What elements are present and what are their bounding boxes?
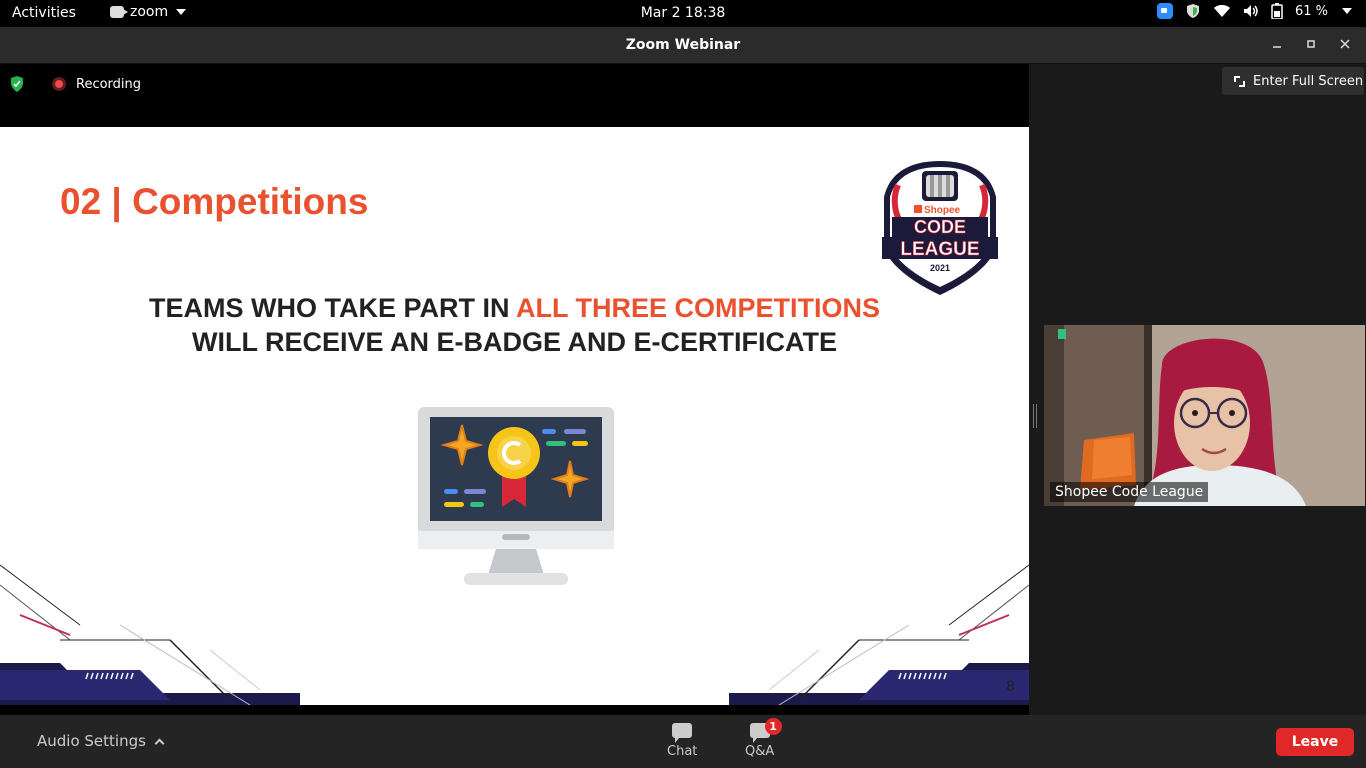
system-tray[interactable]: 61 % <box>1156 3 1352 19</box>
qa-icon: 1 <box>749 718 782 743</box>
logo-line2: LEAGUE <box>900 239 979 260</box>
slide-page-number: 8 <box>1006 679 1015 695</box>
chat-label: Chat <box>667 744 698 759</box>
app-menu[interactable]: zoom <box>110 4 187 20</box>
slide-title: 02 | Competitions <box>60 181 369 222</box>
panel-resize-handle[interactable] <box>1033 404 1037 428</box>
battery-icon[interactable] <box>1271 3 1283 19</box>
battery-percentage: 61 % <box>1294 3 1328 19</box>
qa-notification-badge: 1 <box>764 718 782 735</box>
slide-heading-prefix: TEAMS WHO TAKE PART IN <box>149 293 516 323</box>
audio-settings-label: Audio Settings <box>37 732 146 750</box>
close-button[interactable] <box>1334 35 1356 57</box>
meeting-main-area: Recording 02 | Competitions Shopee CODE … <box>0 64 1366 715</box>
enter-full-screen-button[interactable]: Enter Full Screen <box>1222 67 1364 95</box>
chevron-down-icon <box>176 9 187 15</box>
slide-heading-line1: TEAMS WHO TAKE PART IN ALL THREE COMPETI… <box>0 291 1029 325</box>
slide-decoration-right <box>729 564 1029 705</box>
meeting-toolbar: Audio Settings Chat 1 Q&A Leave <box>0 715 1366 768</box>
window-title-bar: Zoom Webinar <box>0 27 1366 64</box>
zoom-tray-icon[interactable] <box>1156 3 1173 19</box>
audio-settings-button[interactable]: Audio Settings <box>37 732 165 750</box>
chevron-down-icon[interactable] <box>1342 8 1352 14</box>
logo-year: 2021 <box>930 263 950 273</box>
slide-heading-line2: WILL RECEIVE AN E-BADGE AND E-CERTIFICAT… <box>191 327 837 357</box>
qa-button[interactable]: 1 Q&A <box>745 718 782 759</box>
leave-button[interactable]: Leave <box>1276 728 1354 756</box>
screen-share-area: Recording 02 | Competitions Shopee CODE … <box>0 64 1029 715</box>
certificate-monitor-illustration <box>418 407 614 585</box>
zoom-app-icon <box>110 6 128 18</box>
slide-heading: TEAMS WHO TAKE PART IN ALL THREE COMPETI… <box>0 291 1029 359</box>
slide-decoration-left <box>0 564 300 705</box>
volume-icon[interactable] <box>1243 4 1259 18</box>
chat-button[interactable]: Chat <box>667 723 697 759</box>
code-league-logo: Shopee CODE LEAGUE 2021 <box>882 161 998 295</box>
window-title: Zoom Webinar <box>625 37 741 53</box>
app-menu-label: zoom <box>130 4 169 20</box>
logo-line1: CODE <box>914 217 966 237</box>
activities-button[interactable]: Activities <box>12 5 76 21</box>
system-top-bar: Activities zoom Mar 2 18:38 61 % <box>0 0 1366 27</box>
enter-full-screen-label: Enter Full Screen <box>1253 73 1364 89</box>
slide-heading-accent: ALL THREE COMPETITIONS <box>515 293 880 323</box>
restore-icon <box>1307 40 1315 48</box>
close-icon <box>1340 39 1350 49</box>
recording-label: Recording <box>76 76 142 92</box>
chat-icon <box>672 723 693 743</box>
participant-video-tile[interactable]: Shopee Code League <box>1044 325 1365 506</box>
chevron-up-icon <box>154 738 165 748</box>
fullscreen-icon <box>1234 75 1245 87</box>
minimize-icon <box>1273 46 1281 48</box>
encryption-shield-icon[interactable] <box>10 76 24 92</box>
participant-video-feed <box>1044 325 1365 506</box>
wifi-icon[interactable] <box>1213 4 1231 18</box>
participant-name-label: Shopee Code League <box>1050 482 1209 502</box>
maximize-button[interactable] <box>1300 35 1322 57</box>
presentation-slide: 02 | Competitions Shopee CODE LEAGUE 202… <box>0 127 1029 705</box>
shield-update-icon[interactable] <box>1185 3 1201 19</box>
logo-brand: Shopee <box>924 205 961 216</box>
qa-label: Q&A <box>745 744 775 759</box>
meeting-status-row: Recording <box>10 76 141 92</box>
recording-icon <box>52 77 66 91</box>
minimize-button[interactable] <box>1266 35 1288 57</box>
